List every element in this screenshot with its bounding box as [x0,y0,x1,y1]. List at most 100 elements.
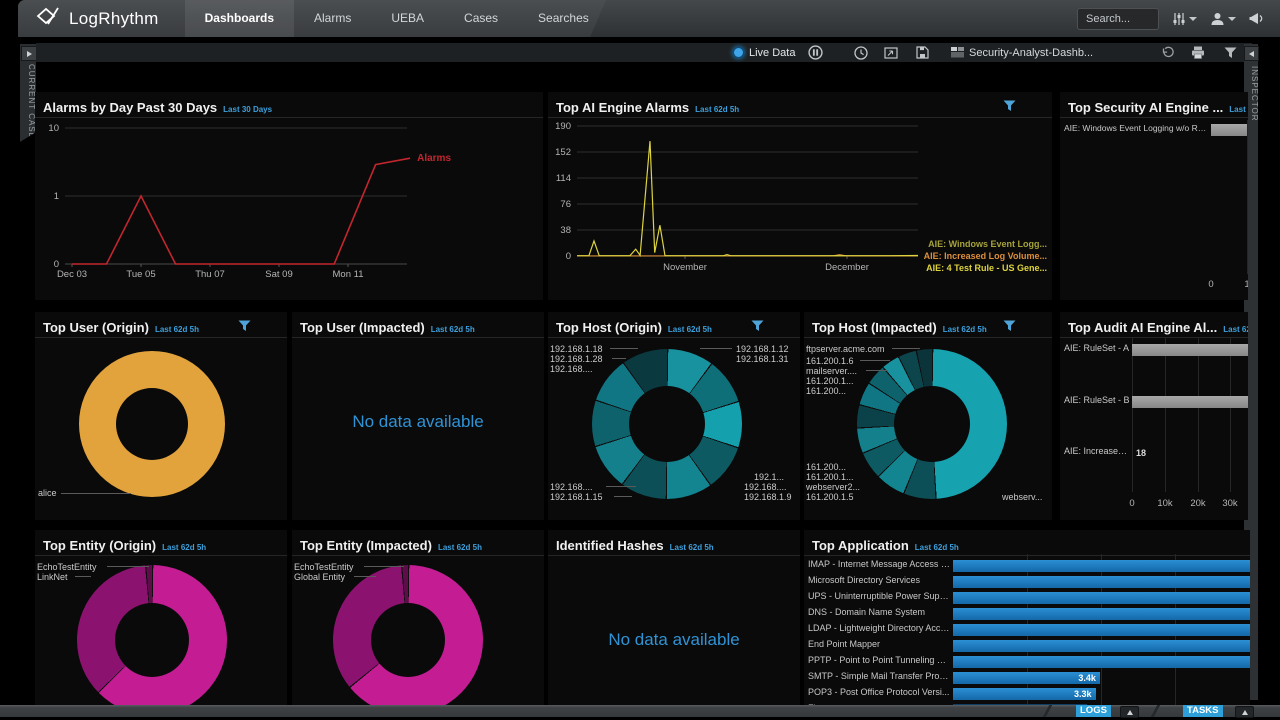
chart-label: 192.168.... [550,364,593,374]
time-range-clock-icon[interactable] [854,43,868,62]
bar-label: LDAP - Lightweight Directory Acce... [808,623,950,633]
callout-line [61,493,131,494]
bar-label: IMAP - Internet Message Access Pr... [808,559,950,569]
gridline [1230,338,1231,492]
donut-hole [116,388,188,460]
expand-inspector-icon[interactable] [1244,46,1259,61]
filter-icon[interactable] [1003,99,1016,117]
user-profile-icon[interactable] [1210,12,1236,26]
bar-label: AIE: RuleSet - B [1064,395,1132,405]
ai-engine-alarms-chart: 19015211476380NovemberDecemberAIE: Windo… [548,120,1052,300]
chart-label: 161.200.1.6 [806,356,854,366]
gridline [1165,338,1166,492]
tasks-drawer-button[interactable]: TASKS [1183,705,1223,717]
legend-entry: AIE: Increased Log Volume... [924,250,1047,262]
live-data-label: Live Data [749,47,795,59]
chart-label: ftpserver.acme.com [806,344,885,354]
undo-icon[interactable] [1160,43,1174,62]
svg-text:Thu 07: Thu 07 [195,269,225,280]
bar-label: AIE: RuleSet - A [1064,343,1132,353]
panel-top-entity-origin: Top Entity (Origin)Last 62d 5h EchoTestE… [35,530,287,705]
tab-reports[interactable]: Reports [609,0,691,37]
chevron-down-icon [1189,17,1197,21]
top-navigation-bar: LogRhythm Dashboards Alarms UEBA Cases S… [18,0,1280,37]
dashboard-selector[interactable]: Security-Analyst-Dashb... [951,43,1093,62]
filter-settings-icon[interactable] [1172,12,1197,26]
nav-strip: LogRhythm Dashboards Alarms UEBA Cases S… [18,0,606,37]
export-icon[interactable] [884,43,898,62]
chart-label: webserv... [1002,492,1042,502]
logs-expand-icon[interactable] [1120,706,1139,718]
svg-text:1: 1 [54,191,59,202]
filter-icon[interactable] [1224,43,1237,62]
callout-line [892,348,920,349]
callout-line [612,358,626,359]
donut-hole [894,386,970,462]
bar [953,576,1250,588]
bar-label: POP3 - Post Office Protocol Versi... [808,687,950,697]
axis-tick: 0 [1208,279,1213,290]
bar-label: PPTP - Point to Point Tunneling Pr... [808,655,950,665]
donut-hole [371,603,445,677]
bar-label: DNS - Domain Name System [808,607,950,617]
panel-top-application: Top ApplicationLast 62d 5h IMAP - Intern… [804,530,1250,705]
svg-text:Tue 05: Tue 05 [126,269,155,280]
live-data-toggle[interactable]: Live Data [733,43,795,62]
chart-label: 192.168.1.12 [736,344,789,354]
donut-hole [629,386,705,462]
bar-value: 18 [1136,448,1146,458]
expand-current-case-icon[interactable] [21,46,37,61]
svg-text:152: 152 [555,147,571,158]
pause-icon[interactable] [808,43,823,62]
tab-cases[interactable]: Cases [444,0,518,37]
dashboard-toolbar: Live Data Security-Analyst-Dashb... [36,43,1252,62]
top-host-impacted-chart: ftpserver.acme.com161.200.1.6mailserver.… [804,312,1052,520]
top-audit-ai-engine-chart: AIE: RuleSet - AAIE: RuleSet - BAIE: Inc… [1060,312,1248,520]
panel-identified-hashes: Identified HashesLast 62d 5h No data ava… [548,530,800,705]
svg-text:10: 10 [48,123,59,134]
bar-label: Microsoft Directory Services [808,575,950,585]
svg-text:Dec 03: Dec 03 [57,269,87,280]
tab-searches[interactable]: Searches [518,0,609,37]
gridline [1198,338,1199,492]
chart-label: 161.200.1... [806,376,854,386]
axis-tick: 20k [1190,498,1205,509]
no-data-message: No data available [292,412,544,432]
bar-value: 3.4k [1078,673,1096,683]
tasks-expand-icon[interactable] [1235,706,1254,718]
bar-label: AIE: Windows Event Logging w/o Res... [1064,123,1210,133]
alarms-by-day-chart: 1010Dec 03Tue 05Thu 07Sat 09Mon 11Alarms [35,120,543,300]
logs-drawer-button[interactable]: LOGS [1076,705,1111,717]
no-data-message: No data available [548,630,800,650]
callout-line [364,566,404,567]
current-case-tab[interactable]: CURRENT CASE [20,44,36,142]
top-user-origin-chart: alice [35,312,287,520]
print-icon[interactable] [1191,43,1205,62]
chart-label: EchoTestEntity [37,562,97,572]
svg-text:76: 76 [560,199,571,210]
chart-label: 192.168.1.9 [744,492,792,502]
logrhythm-logo-icon [34,7,62,30]
svg-text:114: 114 [556,173,571,184]
svg-text:190: 190 [555,121,571,132]
bar [1132,344,1248,356]
panel-subtitle: Last 30 Days [223,105,272,114]
save-icon[interactable] [916,43,929,62]
current-case-label: CURRENT CASE [20,64,36,139]
tab-ueba[interactable]: UEBA [371,0,444,37]
gridline [1132,338,1133,492]
callout-line [75,576,91,577]
notifications-icon[interactable] [1249,12,1266,25]
axis-tick: 0 [1129,498,1134,509]
search-input[interactable]: Search... [1077,8,1159,30]
identified-hashes-chart: No data available [548,530,800,705]
callout-line [614,496,632,497]
divider [1151,705,1160,717]
tab-alarms[interactable]: Alarms [294,0,371,37]
panel-top-user-origin: Top User (Origin)Last 62d 5h alice [35,312,287,520]
tab-dashboards[interactable]: Dashboards [185,0,294,37]
topbar-right-cluster: Search... [1077,0,1266,37]
chevron-down-icon [1228,17,1236,21]
callout-line [606,486,636,487]
chart-label: alice [38,488,57,498]
